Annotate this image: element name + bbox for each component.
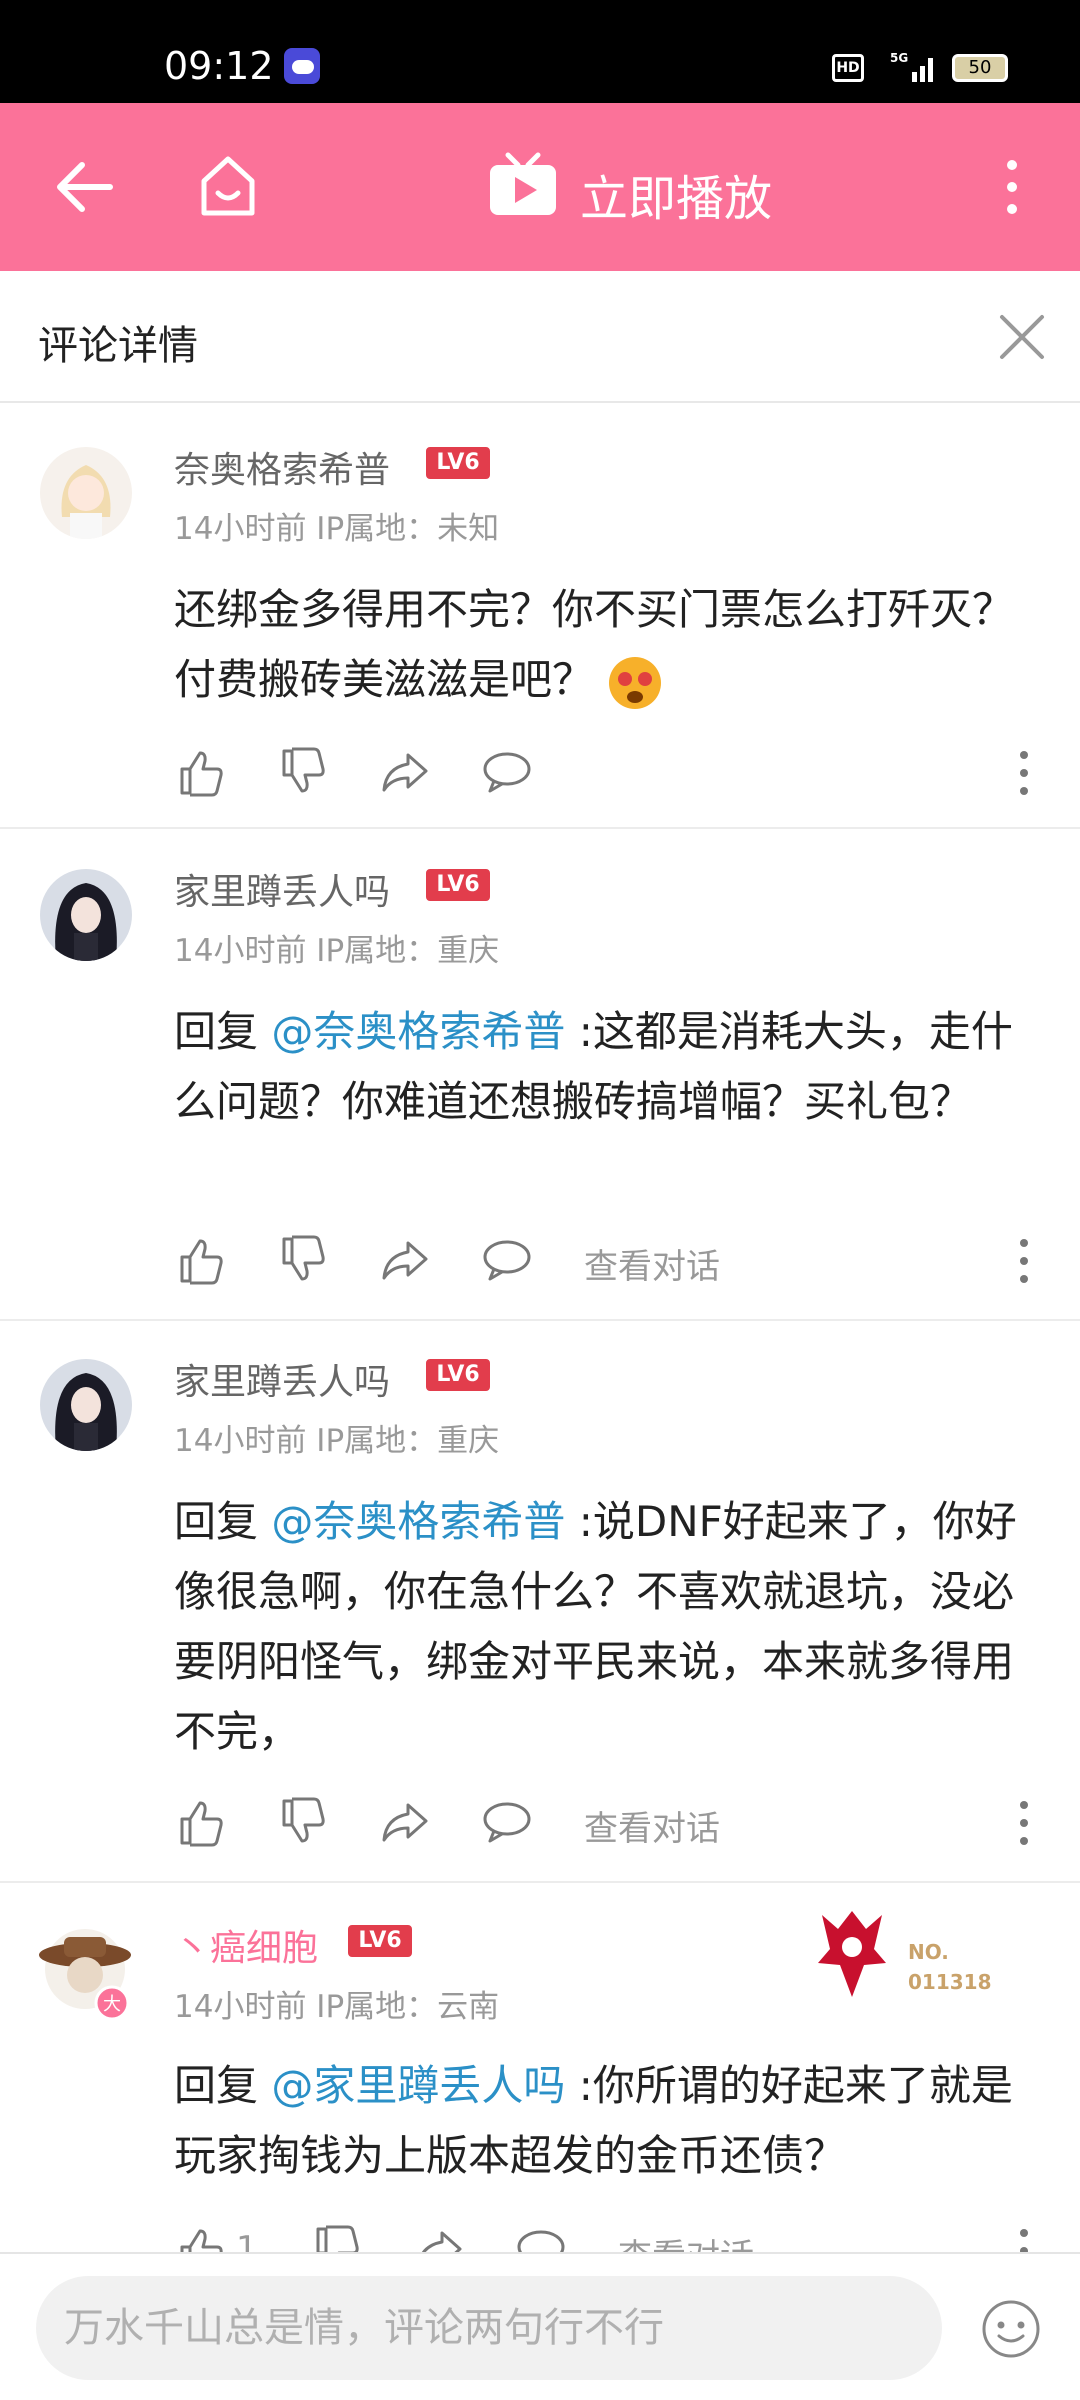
network-label: 5G [890,51,908,65]
top-bar: 立即播放 [0,103,1080,271]
dislike-icon[interactable] [310,2223,364,2252]
comment-actions: 查看对话 [174,1795,1054,1851]
play-now-icon[interactable] [488,151,558,221]
reply-prefix: 回复 [174,1007,272,1056]
hd-icon: HD [832,54,864,82]
play-now-label[interactable]: 立即播放 [580,159,772,229]
comment-detail-header: 评论详情 [0,271,1080,403]
comment-meta: 14小时前 IP属地：未知 [174,511,500,547]
comment-meta: 14小时前 IP属地：重庆 [174,933,500,969]
comment-actions: 1 查看对话 [174,2223,1054,2252]
comment-username[interactable]: 家里蹲丢人吗 [174,863,390,915]
more-vertical-icon [1007,160,1017,214]
horde-emblem-icon [818,1911,886,1997]
comment-input[interactable]: 万水千山总是情，评论两句行不行 [36,2276,942,2380]
back-button[interactable] [50,155,120,219]
mention-link[interactable]: @家里蹲丢人吗 [271,2061,565,2110]
avatar[interactable] [40,447,132,539]
share-icon[interactable] [378,745,432,799]
badge-number: NO. 011318 [908,1940,992,1994]
comment-actions: 查看对话 [174,1233,1054,1289]
dislike-icon[interactable] [276,1795,330,1849]
close-button[interactable] [996,311,1048,363]
view-dialog-link[interactable]: 查看对话 [584,1801,720,1850]
reply-prefix: 回复 [174,2061,272,2110]
reply-icon[interactable] [514,2223,568,2252]
emoji-icon [607,655,663,711]
level-badge: LV6 [426,447,490,479]
reply-icon[interactable] [480,1795,534,1849]
comment-item: 大 丶癌细胞 LV6 NO. 011318 14小时前 IP属地：云南 回复 @… [0,1883,1080,2252]
comment-text: 还绑金多得用不完？你不买门票怎么打歼灭？付费搬砖美滋滋是吧？ [174,585,1015,704]
comment-more-icon[interactable] [1014,1795,1034,1851]
comment-username[interactable]: 家里蹲丢人吗 [174,1353,390,1405]
status-bar: 09:12 HD 5G 50 [0,0,1080,103]
emoji-button[interactable] [980,2298,1042,2360]
weather-icon [284,48,320,84]
view-dialog-link[interactable]: 查看对话 [584,1239,720,1288]
more-menu-button[interactable] [1000,155,1024,219]
comment-more-icon[interactable] [1014,2223,1034,2252]
share-icon[interactable] [412,2223,466,2252]
back-arrow-icon [57,162,113,212]
panel-title: 评论详情 [38,323,198,369]
level-badge: LV6 [426,869,490,901]
comment-meta: 14小时前 IP属地：重庆 [174,1423,500,1459]
comment-content: 回复 @家里蹲丢人吗 :你所谓的好起来了就是玩家掏钱为上版本超发的金币还债？ [174,2051,1034,2191]
comment-content: 回复 @奈奥格索希普 :说DNF好起来了，你好像很急啊，你在急什么？不喜欢就退坑… [174,1487,1034,1767]
like-icon[interactable] [174,1795,228,1849]
home-icon [201,156,255,216]
level-badge: LV6 [348,1925,412,1957]
avatar[interactable]: 大 [30,1919,140,2029]
battery-icon: 50 [952,54,1008,82]
dislike-icon[interactable] [276,1233,330,1287]
signal-icon: 5G [890,50,938,88]
avatar[interactable] [40,869,132,961]
view-dialog-link[interactable]: 查看对话 [618,2229,754,2252]
comment-username[interactable]: 丶癌细胞 [174,1919,318,1971]
comment-more-icon[interactable] [1014,1233,1034,1289]
share-icon[interactable] [378,1795,432,1849]
share-icon[interactable] [378,1233,432,1287]
reply-icon[interactable] [480,1233,534,1287]
reply-prefix: 回复 [174,1497,272,1546]
like-icon[interactable] [174,2223,228,2252]
svg-text:大: 大 [103,1994,121,2015]
comment-content: 还绑金多得用不完？你不买门票怎么打歼灭？付费搬砖美滋滋是吧？ [174,575,1034,715]
close-icon [1000,315,1044,359]
mention-link[interactable]: @奈奥格索希普 [271,1007,565,1056]
comment-username[interactable]: 奈奥格索希普 [174,441,390,493]
home-button[interactable] [196,151,260,221]
like-count: 1 [236,2229,258,2252]
status-time: 09:12 [164,44,274,88]
horde-badge: NO. 011318 [812,1903,1012,2003]
mention-link[interactable]: @奈奥格索希普 [271,1497,565,1546]
like-icon[interactable] [174,1233,228,1287]
comment-more-icon[interactable] [1014,745,1034,801]
comment-item: 家里蹲丢人吗 LV6 14小时前 IP属地：重庆 回复 @奈奥格索希普 :这都是… [0,829,1080,1321]
comment-input-bar: 万水千山总是情，评论两句行不行 [0,2252,1080,2400]
avatar[interactable] [40,1359,132,1451]
comment-meta: 14小时前 IP属地：云南 [174,1989,500,2025]
comment-item: 奈奥格索希普 LV6 14小时前 IP属地：未知 还绑金多得用不完？你不买门票怎… [0,405,1080,829]
reply-icon[interactable] [480,745,534,799]
smiley-icon [982,2300,1040,2358]
comment-actions [174,745,1054,801]
like-icon[interactable] [174,745,228,799]
comment-item: 家里蹲丢人吗 LV6 14小时前 IP属地：重庆 回复 @奈奥格索希普 :说DN… [0,1321,1080,1883]
level-badge: LV6 [426,1359,490,1391]
comment-content: 回复 @奈奥格索希普 :这都是消耗大头，走什么问题？你难道还想搬砖搞增幅？买礼包… [174,997,1034,1137]
dislike-icon[interactable] [276,745,330,799]
